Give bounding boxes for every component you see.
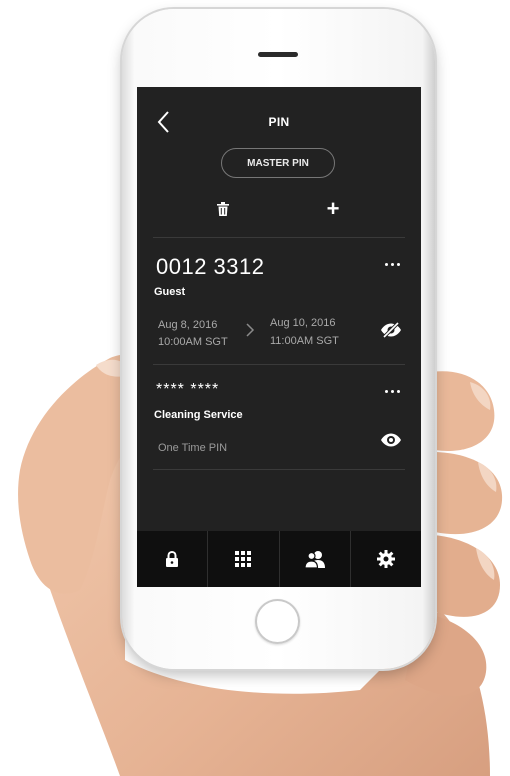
bottom-tab-bar xyxy=(137,531,421,587)
add-pin-button[interactable]: + xyxy=(323,198,343,220)
master-pin-button[interactable]: MASTER PIN xyxy=(221,148,335,178)
home-button[interactable] xyxy=(255,599,300,644)
users-icon xyxy=(304,551,325,568)
gear-icon xyxy=(376,550,395,568)
more-options-button[interactable] xyxy=(381,258,403,270)
pin-code-masked: **** **** xyxy=(156,381,220,398)
divider xyxy=(153,469,405,470)
end-time: 11:00AM SGT xyxy=(270,335,339,347)
pin-code: 0012 3312 xyxy=(156,254,265,279)
eye-icon xyxy=(381,433,401,447)
tab-lock[interactable] xyxy=(137,531,209,587)
lock-icon xyxy=(166,551,179,567)
divider xyxy=(153,364,405,365)
earpiece-speaker xyxy=(258,52,298,57)
more-options-button[interactable] xyxy=(381,385,403,397)
end-date: Aug 10, 2016 xyxy=(270,317,336,329)
trash-icon xyxy=(217,202,229,216)
pin-name: Guest xyxy=(154,286,186,298)
keypad-icon xyxy=(235,551,252,567)
start-date: Aug 8, 2016 xyxy=(158,319,218,331)
divider xyxy=(153,237,405,238)
page-title: PIN xyxy=(268,115,290,129)
tab-settings[interactable] xyxy=(351,531,421,587)
chevron-right-icon xyxy=(246,323,255,337)
toggle-visibility-button[interactable] xyxy=(380,321,404,340)
eye-off-icon xyxy=(381,321,401,339)
pin-type: One Time PIN xyxy=(158,442,228,454)
toggle-visibility-button[interactable] xyxy=(380,432,404,450)
tab-keypad[interactable] xyxy=(208,531,280,587)
tab-users[interactable] xyxy=(280,531,351,587)
pin-name: Cleaning Service xyxy=(154,409,243,421)
start-time: 10:00AM SGT xyxy=(158,336,228,348)
app-screen: PIN MASTER PIN + 0012 3312 Guest Aug 8, … xyxy=(137,87,421,587)
delete-button[interactable] xyxy=(213,199,233,219)
